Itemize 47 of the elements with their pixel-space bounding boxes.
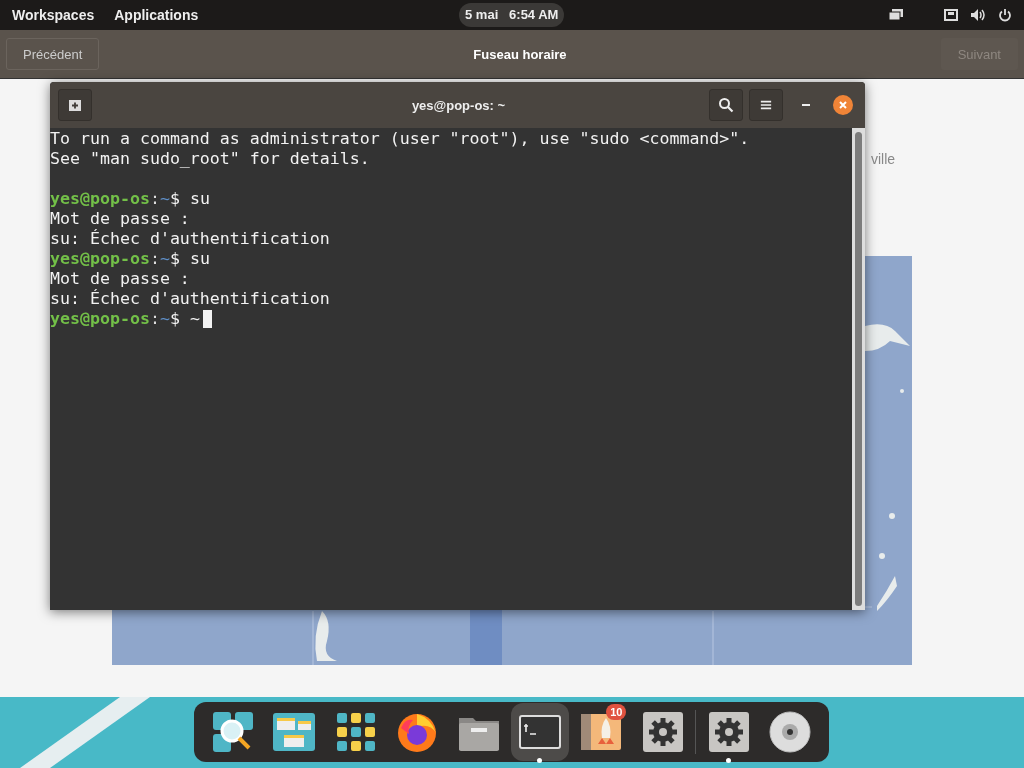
prompt-path: ~ (159, 189, 170, 209)
new-tab-button[interactable] (58, 89, 92, 121)
clock[interactable]: 5 mai 6:54 AM (459, 3, 565, 27)
prompt-user: yes@pop-os (50, 249, 150, 269)
prompt-colon: : (149, 189, 160, 209)
terminal-output: su: Échec d'authentification (50, 229, 331, 249)
terminal-output: To run a command as administrator (user "root"), use "sudo <command>". (50, 129, 751, 149)
search-icon (210, 710, 255, 754)
notification-badge: 10 (606, 704, 627, 720)
prompt-user: yes@pop-os (50, 189, 150, 209)
top-bar-menu[interactable]: Workspaces (12, 7, 95, 23)
prompt-path: ~ (159, 309, 170, 329)
dock-item[interactable]: 10 (572, 703, 631, 761)
prompt-command: $ su (169, 189, 210, 209)
plus-icon (68, 98, 82, 112)
minimize-icon (801, 104, 811, 106)
prompt-path: ~ (159, 249, 170, 269)
top-bar-menu[interactable]: Applications (114, 7, 199, 23)
prompt-colon: : (149, 309, 160, 329)
prompt-command: $ ~ (169, 309, 200, 329)
search-button[interactable] (709, 89, 743, 121)
back-button[interactable]: Précédent (6, 38, 100, 70)
window-stack-icon[interactable] (888, 8, 904, 22)
menu-icon (760, 99, 772, 111)
terminal-output: su: Échec d'authentification (50, 289, 331, 309)
scrollbar[interactable] (852, 128, 865, 610)
terminal-output: See "man sudo_root" for details. (50, 149, 371, 169)
gear-icon (640, 710, 685, 754)
city-label: ville (871, 151, 896, 167)
menu-button[interactable] (749, 89, 783, 121)
dock-item[interactable] (511, 703, 569, 761)
window-title: yes@pop-os: ~ (411, 97, 506, 113)
terminal-output: Mot de passe : (50, 269, 191, 289)
network-icon[interactable] (944, 9, 958, 21)
terminal-output: Mot de passe : (50, 209, 191, 229)
prompt-command: $ su (169, 249, 210, 269)
windows-icon (272, 710, 317, 754)
search-icon (718, 97, 734, 113)
power-icon[interactable] (998, 8, 1012, 22)
prompt-user: yes@pop-os (50, 309, 150, 329)
gear-icon (706, 710, 751, 754)
header-title: Fuseau horaire (473, 46, 567, 62)
close-button[interactable] (833, 95, 853, 115)
disc-icon (768, 710, 813, 754)
volume-icon[interactable] (970, 8, 986, 22)
close-icon (838, 100, 848, 110)
prompt-colon: : (149, 249, 160, 269)
